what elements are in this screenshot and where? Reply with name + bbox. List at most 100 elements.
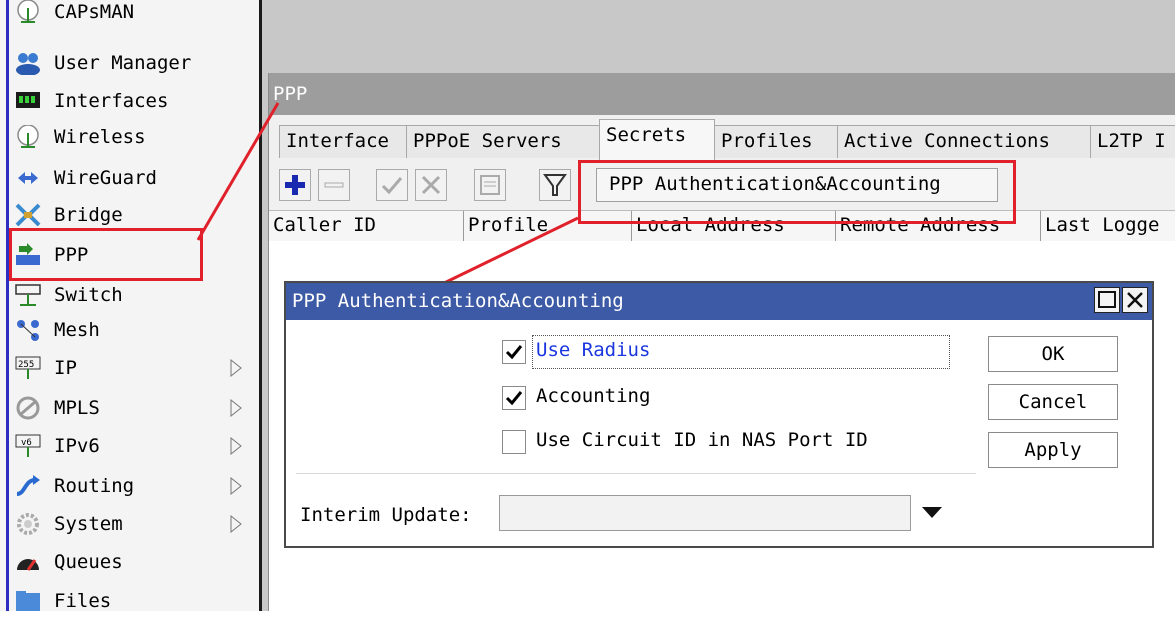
- sidebar-item-label: Bridge: [54, 204, 123, 226]
- tab-label: Interface: [286, 130, 389, 152]
- sidebar-item-ip[interactable]: 255 IP: [12, 351, 252, 385]
- sidebar-item-label: CAPsMAN: [54, 1, 135, 23]
- comment-button[interactable]: [474, 169, 506, 201]
- antenna-icon: [17, 0, 39, 23]
- sidebar-item-label: Interfaces: [54, 90, 169, 112]
- sidebar-item-label: IPv6: [54, 435, 100, 457]
- users-icon: [16, 53, 40, 75]
- interfaces-icon: [16, 92, 40, 108]
- sidebar-item-label: Routing: [54, 475, 135, 497]
- submenu-arrow-icon: [230, 359, 242, 377]
- sidebar-item-label: IP: [54, 357, 77, 379]
- submenu-arrow-icon: [230, 437, 242, 455]
- ppp-tabs: Interface PPPoE Servers Secrets Profiles…: [269, 115, 1175, 160]
- submenu-arrow-icon: [230, 399, 242, 417]
- circuit-id-label[interactable]: Use Circuit ID in NAS Port ID: [536, 429, 868, 451]
- maximize-icon: [1098, 291, 1116, 308]
- mpls-icon: [16, 396, 40, 420]
- tab-label: Active Connections: [844, 130, 1050, 152]
- svg-text:255: 255: [18, 360, 34, 370]
- dialog-titlebar[interactable]: PPP Authentication&Accounting: [286, 283, 1152, 320]
- sidebar-accent-strip: [6, 0, 9, 611]
- sidebar-item-label: MPLS: [54, 397, 100, 419]
- sidebar-item-interfaces[interactable]: Interfaces: [12, 84, 252, 118]
- dialog-title: PPP Authentication&Accounting: [292, 290, 624, 312]
- cancel-button[interactable]: Cancel: [988, 384, 1118, 420]
- use-radius-label[interactable]: Use Radius: [536, 339, 650, 361]
- folder-icon: [16, 591, 40, 611]
- sidebar-item-label: User Manager: [54, 52, 192, 74]
- sidebar-item-label: Queues: [54, 551, 123, 573]
- sidebar-item-wireless[interactable]: Wireless: [12, 120, 252, 154]
- routing-icon: [16, 475, 40, 496]
- sidebar-item-switch[interactable]: Switch: [12, 278, 252, 312]
- antenna-icon: [17, 125, 39, 148]
- column-label: Profile: [468, 214, 549, 236]
- sidebar-item-ipv6[interactable]: v6 IPv6: [12, 429, 252, 463]
- add-button[interactable]: [279, 169, 311, 201]
- sidebar-item-label: Switch: [54, 284, 123, 306]
- sidebar-item-queues[interactable]: Queues: [12, 545, 252, 579]
- tab-pppoe-servers[interactable]: PPPoE Servers: [406, 125, 600, 158]
- filter-icon: [543, 174, 567, 196]
- sidebar-item-system[interactable]: System: [12, 507, 252, 541]
- sidebar-item-bridge[interactable]: Bridge: [12, 198, 252, 232]
- ppp-window-title: PPP: [273, 83, 308, 105]
- tab-profiles[interactable]: Profiles: [714, 125, 838, 158]
- queues-icon: [17, 559, 39, 571]
- dropdown-arrow-icon[interactable]: [922, 507, 942, 518]
- tab-interface[interactable]: Interface: [279, 125, 407, 158]
- sidebar-item-label: System: [54, 513, 123, 535]
- switch-icon: [15, 284, 41, 306]
- close-button[interactable]: [1122, 287, 1148, 313]
- tab-label: PPPoE Servers: [413, 130, 562, 152]
- mesh-icon: [17, 320, 39, 341]
- sidebar-item-routing[interactable]: Routing: [12, 469, 252, 503]
- annotation-box-auth-button: [578, 160, 1016, 224]
- sidebar-item-mesh[interactable]: Mesh: [12, 313, 252, 347]
- column-label: Caller ID: [273, 214, 376, 236]
- enable-button[interactable]: [376, 169, 408, 201]
- tab-l2tp[interactable]: L2TP I: [1090, 125, 1175, 158]
- sidebar-item-user-manager[interactable]: User Manager: [12, 46, 252, 80]
- wireguard-icon: [18, 172, 38, 184]
- sidebar: CAPsMAN User Manager Interfaces Wireless…: [0, 0, 262, 612]
- sidebar-item-label: Files: [54, 590, 112, 612]
- sidebar-item-label: Wireless: [54, 126, 146, 148]
- dialog-separator: [296, 473, 976, 474]
- circuit-id-checkbox[interactable]: [502, 430, 526, 454]
- auth-accounting-dialog: PPP Authentication&Accounting Use Radius…: [284, 281, 1154, 548]
- col-caller-id[interactable]: Caller ID: [269, 211, 464, 241]
- tab-active-connections[interactable]: Active Connections: [837, 125, 1091, 158]
- sidebar-item-files[interactable]: Files: [12, 584, 252, 618]
- disable-button[interactable]: [415, 169, 447, 201]
- plus-icon: [285, 175, 305, 195]
- sidebar-item-label: Mesh: [54, 319, 100, 341]
- column-label: Last Logge: [1045, 214, 1160, 236]
- sidebar-item-capsman[interactable]: CAPsMAN: [12, 0, 252, 29]
- use-radius-checkbox[interactable]: [502, 340, 526, 364]
- cross-icon: [421, 175, 441, 195]
- bridge-icon: [15, 203, 41, 227]
- apply-button[interactable]: Apply: [988, 432, 1118, 468]
- interim-update-label: Interim Update:: [300, 504, 472, 526]
- remove-button[interactable]: [318, 169, 350, 201]
- checkmark-icon: [505, 345, 523, 360]
- submenu-arrow-icon: [230, 477, 242, 495]
- close-icon: [1127, 292, 1143, 308]
- check-icon: [381, 177, 403, 195]
- tab-label: L2TP I: [1097, 130, 1166, 152]
- ipv6-icon: v6: [15, 434, 41, 457]
- accounting-label[interactable]: Accounting: [536, 385, 650, 407]
- col-last-logged-out[interactable]: Last Logge: [1041, 211, 1175, 241]
- filter-button[interactable]: [539, 169, 571, 201]
- ppp-window-titlebar[interactable]: PPP: [269, 73, 1175, 115]
- maximize-button[interactable]: [1094, 287, 1120, 313]
- tab-secrets[interactable]: Secrets: [599, 119, 715, 160]
- ip-icon: 255: [15, 356, 41, 379]
- accounting-checkbox[interactable]: [502, 386, 526, 410]
- sidebar-item-mpls[interactable]: MPLS: [12, 391, 252, 425]
- interim-update-field[interactable]: [499, 495, 911, 531]
- ok-button[interactable]: OK: [988, 336, 1118, 372]
- sidebar-item-wireguard[interactable]: WireGuard: [12, 161, 252, 195]
